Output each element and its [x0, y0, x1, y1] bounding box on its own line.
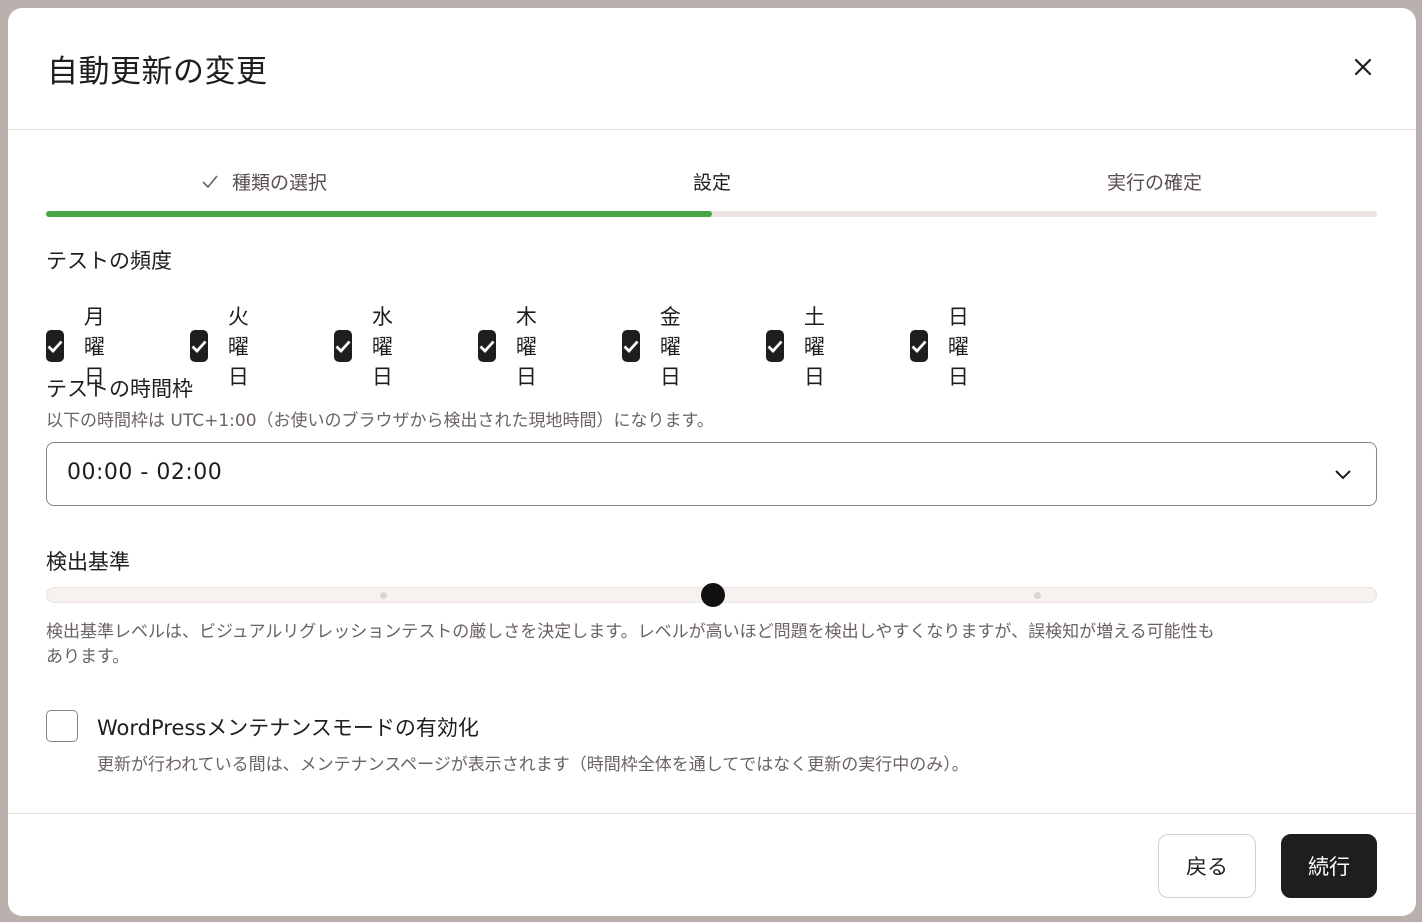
chevron-down-icon — [1335, 470, 1351, 480]
day-checkbox[interactable] — [190, 330, 208, 362]
slider-step-dot — [380, 592, 387, 599]
back-button[interactable]: 戻る — [1158, 834, 1256, 898]
day-saturday[interactable]: 土曜日 — [766, 301, 839, 391]
day-label: 木曜日 — [515, 305, 537, 389]
step-confirm-run: 実行の確定 — [1107, 168, 1202, 195]
checkmark-icon — [335, 340, 351, 353]
day-label: 土曜日 — [803, 305, 825, 389]
step-progress-bar — [46, 211, 1377, 217]
day-friday[interactable]: 金曜日 — [622, 301, 695, 391]
step-label: 種類の選択 — [232, 172, 328, 194]
step-progress-fill — [46, 211, 712, 217]
threshold-hint-line: あります。 — [46, 647, 130, 667]
close-icon — [1354, 58, 1372, 76]
day-checkbox[interactable] — [910, 330, 928, 362]
dialog-title: 自動更新の変更 — [47, 54, 268, 90]
day-checkbox[interactable] — [46, 330, 64, 362]
timeframe-label: テストの時間枠 — [46, 377, 193, 401]
step-label: 実行の確定 — [1107, 172, 1203, 194]
maintenance-label: WordPressメンテナンスモードの有効化 — [97, 716, 479, 740]
day-wednesday[interactable]: 水曜日 — [334, 301, 407, 391]
step-settings: 設定 — [693, 168, 731, 195]
auto-update-dialog: 自動更新の変更 種類の選択 設定 実行の確定 テストの頻度 月曜日 火曜日 水曜… — [8, 8, 1416, 916]
timeframe-hint: 以下の時間枠は UTC+1:00（お使いのブラウザから検出された現地時間）になり… — [46, 411, 714, 431]
day-label: 日曜日 — [947, 305, 969, 389]
day-label: 金曜日 — [659, 305, 681, 389]
maintenance-checkbox[interactable] — [46, 710, 78, 742]
day-label: 水曜日 — [371, 305, 393, 389]
day-checkbox[interactable] — [766, 330, 784, 362]
frequency-label: テストの頻度 — [46, 249, 172, 273]
dialog-footer: 戻る 続行 — [8, 813, 1416, 916]
slider-thumb[interactable] — [700, 583, 725, 607]
checkmark-icon — [47, 340, 63, 353]
threshold-hint: 検出基準レベルは、ビジュアルリグレッションテストの厳しさを決定します。レベルが高… — [46, 620, 1215, 670]
checkmark-icon — [479, 340, 495, 353]
checkmark-icon — [767, 340, 783, 353]
checkmark-icon — [623, 340, 639, 353]
day-checkbox[interactable] — [478, 330, 496, 362]
slider-step-dot — [1034, 592, 1041, 599]
close-button[interactable] — [1348, 52, 1378, 82]
checkmark-icon — [191, 340, 207, 353]
day-label: 火曜日 — [227, 305, 249, 389]
timeframe-value: 00:00 - 02:00 — [67, 460, 223, 485]
checkmark-icon — [911, 340, 927, 353]
maintenance-hint: 更新が行われている間は、メンテナンスページが表示されます（時間枠全体を通してでは… — [97, 755, 969, 775]
step-type-selection: 種類の選択 — [202, 168, 327, 195]
threshold-label: 検出基準 — [46, 550, 130, 574]
day-sunday[interactable]: 日曜日 — [910, 301, 983, 391]
stepper: 種類の選択 設定 実行の確定 — [46, 168, 1377, 198]
day-thursday[interactable]: 木曜日 — [478, 301, 551, 391]
check-icon — [202, 174, 218, 188]
threshold-slider[interactable] — [46, 583, 1377, 607]
threshold-hint-line: 検出基準レベルは、ビジュアルリグレッションテストの厳しさを決定します。レベルが高… — [46, 622, 1215, 642]
timeframe-select[interactable]: 00:00 - 02:00 — [46, 442, 1377, 506]
continue-button[interactable]: 続行 — [1281, 834, 1377, 898]
day-checkbox[interactable] — [334, 330, 352, 362]
dialog-header: 自動更新の変更 — [8, 8, 1416, 130]
day-tuesday[interactable]: 火曜日 — [190, 301, 263, 391]
step-label: 設定 — [693, 172, 732, 194]
day-checkbox[interactable] — [622, 330, 640, 362]
